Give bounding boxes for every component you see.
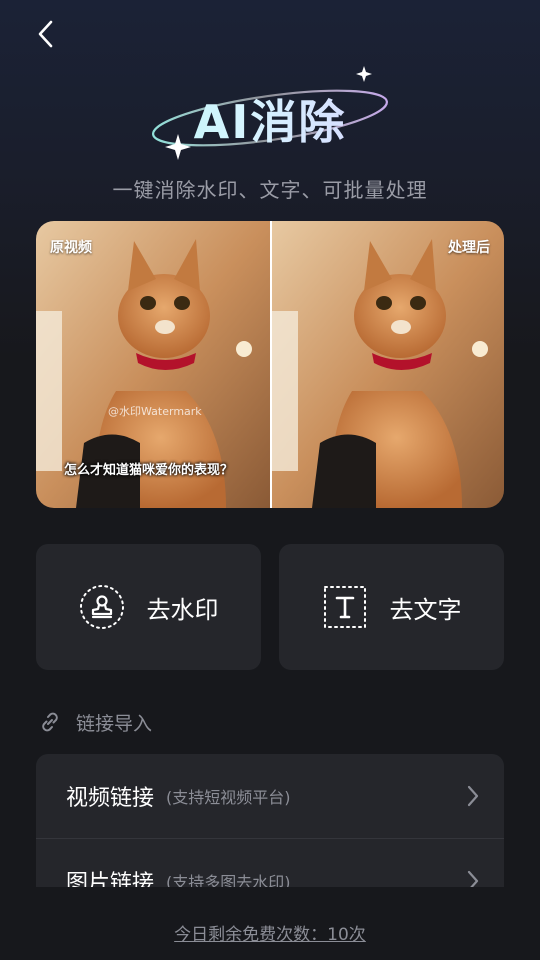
chevron-left-icon: [38, 20, 53, 48]
link-import-label: 链接导入: [76, 712, 153, 735]
before-label: 原视频: [50, 240, 92, 256]
stamp-icon: [79, 584, 125, 630]
remove-watermark-button[interactable]: 去水印: [36, 544, 261, 670]
before-after-preview: 原视频 @水印Watermark 怎么才知道猫咪爱你的表现？ 处理后: [36, 221, 504, 508]
link-icon: [42, 712, 58, 732]
after-label: 处理后: [448, 240, 490, 256]
before-panel: 原视频 @水印Watermark 怎么才知道猫咪爱你的表现？: [36, 221, 270, 508]
remove-text-label: 去文字: [389, 595, 462, 624]
text-box-icon: [322, 584, 368, 630]
cat-image-after: [272, 221, 504, 508]
link-import-list: 视频链接 (支持短视频平台) 图片链接 (支持多图去水印): [36, 754, 504, 887]
chevron-right-icon: [467, 870, 479, 887]
chevron-right-icon: [467, 785, 479, 807]
video-link-title: 视频链接: [66, 786, 155, 811]
image-link-title: 图片链接: [66, 870, 155, 888]
image-link-hint: (支持多图去水印): [166, 872, 291, 888]
video-link-item[interactable]: 视频链接 (支持短视频平台): [36, 754, 504, 838]
video-link-hint: (支持短视频平台): [166, 788, 291, 807]
page-title: AI消除: [0, 86, 540, 152]
watermark-text: @水印Watermark: [108, 405, 202, 418]
image-link-item[interactable]: 图片链接 (支持多图去水印): [36, 838, 504, 887]
back-button[interactable]: [28, 16, 64, 52]
hero-title-block: AI消除: [0, 60, 540, 160]
after-panel: 处理后: [270, 221, 504, 508]
free-count-link[interactable]: 今日剩余免费次数：10次: [0, 920, 540, 945]
page-subtitle: 一键消除水印、文字、可批量处理: [112, 178, 428, 202]
remove-watermark-label: 去水印: [146, 595, 219, 624]
caption-text: 怎么才知道猫咪爱你的表现？: [64, 463, 234, 478]
link-import-header: 链接导入: [38, 708, 152, 736]
remove-text-button[interactable]: 去文字: [279, 544, 504, 670]
